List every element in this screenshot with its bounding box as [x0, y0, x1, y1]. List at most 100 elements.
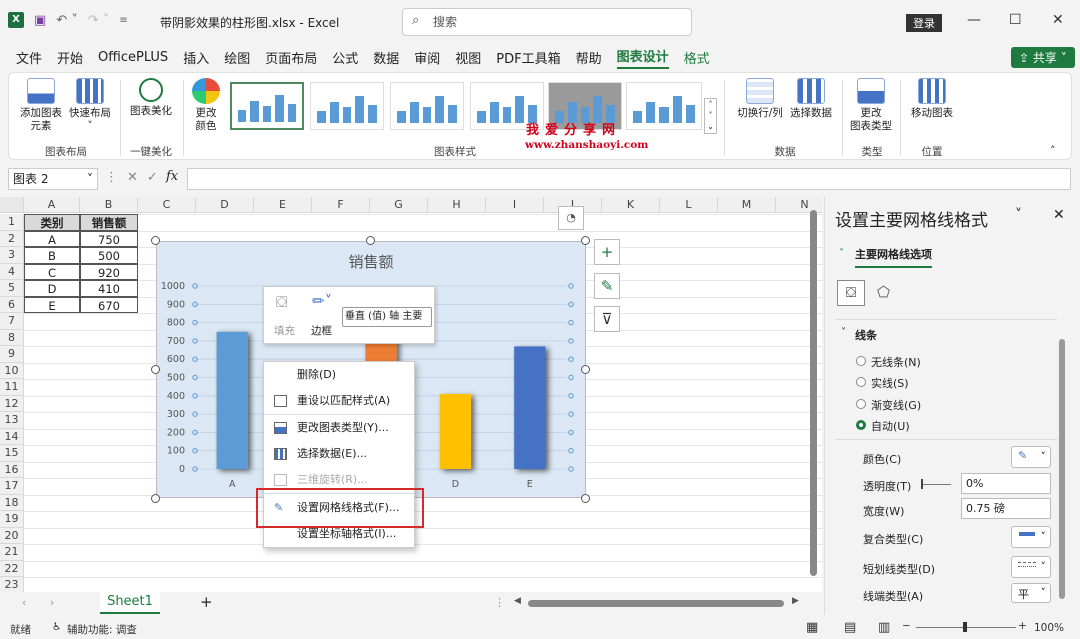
tab-insert[interactable]: 插入: [183, 48, 209, 67]
chart-style-3[interactable]: [390, 82, 464, 130]
table-cell[interactable]: C: [24, 263, 80, 280]
y-tick-label[interactable]: 900: [167, 299, 185, 310]
sheet-tab-sheet1[interactable]: Sheet1: [100, 592, 160, 614]
page-layout-view-icon[interactable]: ▤: [844, 620, 856, 635]
row-header-12[interactable]: 12: [0, 395, 24, 412]
zoom-slider-thumb[interactable]: [963, 622, 967, 632]
row-header-21[interactable]: 21: [0, 544, 24, 561]
menu-item-change-chart-type[interactable]: 更改图表类型(Y)...: [264, 415, 414, 441]
gridline-handle[interactable]: [568, 393, 574, 399]
table-cell[interactable]: 410: [80, 280, 138, 297]
gridline-handle[interactable]: [568, 429, 574, 436]
row-header-14[interactable]: 14: [0, 428, 24, 445]
row-header-19[interactable]: 19: [0, 511, 24, 528]
bar-A[interactable]: [216, 331, 248, 469]
x-tick-label[interactable]: E: [527, 479, 533, 490]
add-sheet-icon[interactable]: +: [200, 593, 213, 611]
tab-review[interactable]: 审阅: [414, 48, 440, 67]
bar-D[interactable]: [439, 393, 472, 469]
prev-sheet-icon[interactable]: ‹: [22, 596, 26, 609]
row-header-18[interactable]: 18: [0, 494, 24, 511]
table-cell[interactable]: D: [24, 280, 80, 297]
gridline-handle[interactable]: [568, 301, 574, 307]
row-header-1[interactable]: 1: [0, 214, 24, 231]
table-cell[interactable]: 750: [80, 230, 138, 247]
cap-type-dropdown[interactable]: 平 ˅: [1011, 583, 1051, 603]
row-header-8[interactable]: 8: [0, 329, 24, 346]
row-header-22[interactable]: 22: [0, 560, 24, 577]
tab-chart-design[interactable]: 图表设计: [616, 46, 669, 69]
gridline-handle[interactable]: [568, 319, 574, 326]
search-box[interactable]: 搜索: [402, 8, 692, 36]
row-header-4[interactable]: 4: [0, 263, 24, 280]
gridline-handle[interactable]: [568, 356, 574, 362]
section-chevron-icon[interactable]: ˅: [839, 248, 844, 259]
style-gallery-scroll-icon[interactable]: ˄ ˅ ⌄: [704, 98, 717, 134]
table-cell[interactable]: B: [24, 247, 80, 264]
change-chart-type-button[interactable]: 更改 图表类型: [846, 78, 896, 133]
column-header-G[interactable]: G: [370, 197, 428, 213]
x-tick-label[interactable]: A: [229, 479, 236, 490]
row-header-3[interactable]: 3: [0, 247, 24, 264]
pane-close-icon[interactable]: ✕: [1053, 207, 1065, 223]
tab-data[interactable]: 数据: [373, 48, 399, 67]
width-input[interactable]: 0.75 磅: [961, 498, 1051, 519]
resize-handle[interactable]: [581, 236, 590, 245]
share-button[interactable]: ⇪ 共享 ˅: [1011, 47, 1075, 68]
horizontal-scrollbar[interactable]: [528, 600, 784, 607]
name-box[interactable]: 图表 2 ˅: [8, 168, 98, 190]
resize-handle[interactable]: [581, 494, 590, 503]
column-header-K[interactable]: K: [602, 197, 660, 213]
column-header-M[interactable]: M: [718, 197, 776, 213]
chart-styles-brush-icon[interactable]: ✎: [594, 273, 620, 299]
table-cell[interactable]: 类别: [24, 214, 80, 231]
save-icon[interactable]: ▣: [34, 13, 46, 28]
table-cell[interactable]: E: [24, 296, 80, 313]
chart-filter-icon[interactable]: ⊽: [594, 306, 620, 332]
y-tick-label[interactable]: 0: [179, 464, 185, 475]
login-button[interactable]: 登录: [906, 14, 942, 32]
column-header-F[interactable]: F: [312, 197, 370, 213]
column-header-D[interactable]: D: [196, 197, 254, 213]
y-tick-label[interactable]: 100: [167, 446, 185, 457]
add-chart-element-button[interactable]: 添加图表 元素: [18, 78, 64, 133]
gridline-handle[interactable]: [568, 448, 574, 454]
option-gradient-line[interactable]: 渐变线(G): [856, 397, 921, 413]
accessibility-status[interactable]: 辅助功能: 调查: [67, 622, 137, 637]
bar-E[interactable]: [514, 346, 546, 469]
fx-icon[interactable]: fx: [166, 169, 178, 184]
y-tick-label[interactable]: 200: [167, 427, 185, 438]
menu-item-reset-style[interactable]: 重设以匹配样式(A): [264, 388, 414, 414]
dash-type-dropdown[interactable]: ˅: [1011, 556, 1051, 578]
undo-icon[interactable]: ↶ ˅: [56, 13, 78, 28]
resize-handle[interactable]: [151, 365, 160, 374]
option-solid-line[interactable]: 实线(S): [856, 375, 909, 391]
row-header-17[interactable]: 17: [0, 478, 24, 495]
resize-handle[interactable]: [581, 365, 590, 374]
option-no-line[interactable]: 无线条(N): [856, 354, 921, 370]
pane-options-chevron-icon[interactable]: ˅: [1015, 207, 1022, 223]
row-header-6[interactable]: 6: [0, 296, 24, 313]
gridline-handle[interactable]: [568, 283, 574, 289]
y-tick-label[interactable]: 1000: [161, 281, 185, 292]
tab-format[interactable]: 格式: [684, 48, 710, 67]
gridline-handle[interactable]: [568, 374, 574, 381]
table-cell[interactable]: 销售额: [80, 214, 138, 231]
table-cell[interactable]: A: [24, 230, 80, 247]
zoom-out-icon[interactable]: −: [902, 620, 911, 632]
compound-type-dropdown[interactable]: ˅: [1011, 526, 1051, 548]
row-header-10[interactable]: 10: [0, 362, 24, 379]
move-chart-button[interactable]: 移动图表: [906, 78, 958, 120]
border-pen-icon[interactable]: ✏˅: [312, 292, 332, 310]
column-header-C[interactable]: C: [138, 197, 196, 213]
tab-pdf-tools[interactable]: PDF工具箱: [496, 48, 560, 67]
transparency-slider-thumb[interactable]: [921, 479, 923, 489]
chart-style-1[interactable]: [230, 82, 304, 130]
y-tick-label[interactable]: 300: [167, 409, 185, 420]
column-header-I[interactable]: I: [486, 197, 544, 213]
element-selector-dropdown[interactable]: 垂直 (值) 轴 主要: [342, 307, 432, 327]
scroll-right-icon[interactable]: ▶: [792, 596, 799, 606]
formula-input[interactable]: [187, 168, 1071, 190]
chart-style-2[interactable]: [310, 82, 384, 130]
column-header-L[interactable]: L: [660, 197, 718, 213]
